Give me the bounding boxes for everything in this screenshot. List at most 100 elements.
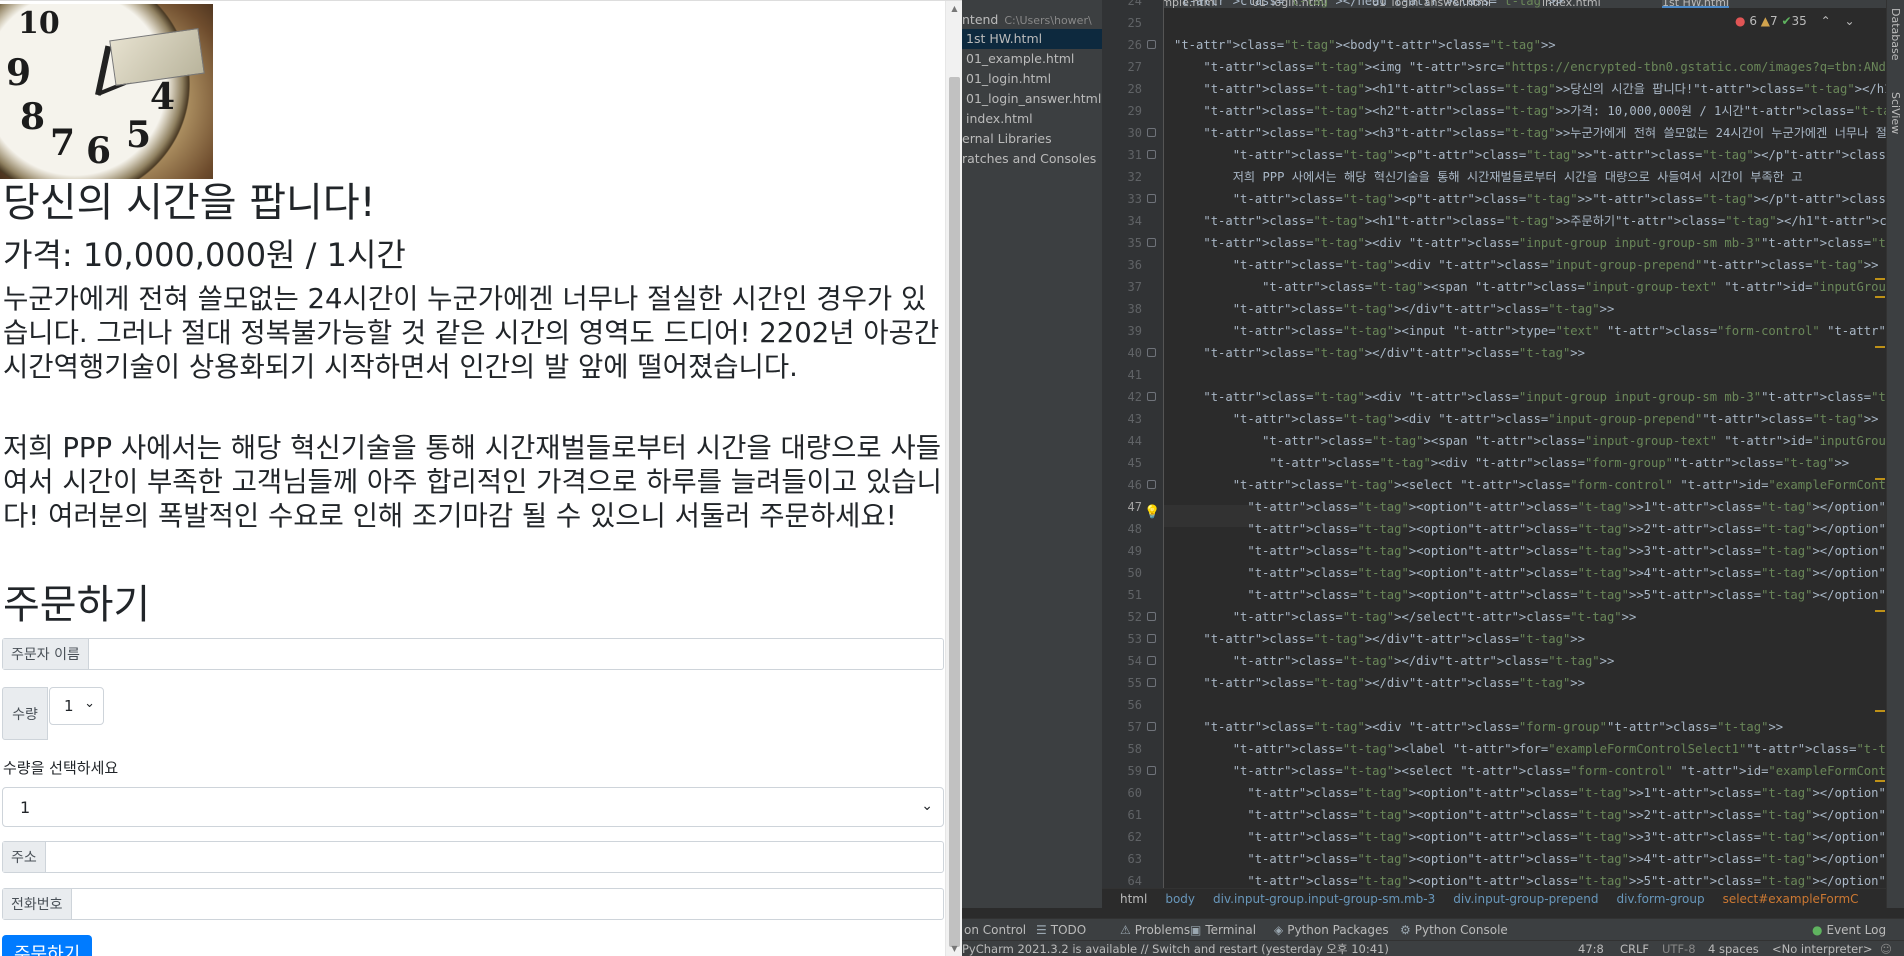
fold-toggle-icon[interactable] (1147, 40, 1156, 49)
fold-toggle-icon[interactable] (1147, 656, 1156, 665)
event-log-tab[interactable]: ● Event Log (1812, 919, 1886, 941)
line-number: 53 (1127, 632, 1142, 646)
code-line: "t-attr">class="t-tag"><h2"t-attr">class… (1203, 104, 1904, 118)
database-tool-tab[interactable]: Database (1889, 8, 1902, 61)
chevron-up-icon[interactable]: ⌃ (1821, 14, 1831, 28)
quantity-select[interactable]: 1 ⌄ (49, 687, 104, 725)
clock-numeral: 9 (6, 52, 32, 94)
line-number: 51 (1127, 588, 1142, 602)
line-number: 47 (1127, 500, 1142, 514)
error-icon: ● (1735, 14, 1746, 28)
event-log-label: Event Log (1826, 923, 1887, 937)
tree-item-scratches[interactable]: ratches and Consoles (962, 149, 1102, 169)
line-number: 58 (1127, 742, 1142, 756)
code-line: "t-attr">class="t-tag"><option"t-attr">c… (1247, 500, 1904, 514)
fold-toggle-icon[interactable] (1147, 150, 1156, 159)
tree-item-1st-hw[interactable]: 1st HW.html (962, 29, 1102, 49)
tool-window-bar: on Control ☰ TODO ⚠ Problems ▣ Terminal ◈ Py… (962, 918, 1904, 940)
version-control-tab[interactable]: on Control (964, 919, 1026, 941)
page-scrollbar[interactable]: ▲ ▼ (945, 1, 962, 956)
scrollbar-thumb[interactable] (949, 77, 960, 947)
breadcrumb-item[interactable]: div.input-group-prepend (1453, 892, 1598, 906)
tree-item-login[interactable]: 01_login.html (962, 69, 1102, 89)
fold-toggle-icon[interactable] (1147, 766, 1156, 775)
phone-input[interactable] (72, 889, 943, 919)
code-line: "t-attr">class="t-tag"><div "t-attr">cla… (1203, 720, 1784, 734)
update-notification[interactable]: PyCharm 2021.3.2 is available // Switch … (962, 941, 1389, 956)
web-page: 10 9 8 7 6 5 4 당신의 시간을 팝니다! 가격: 10,000,0… (0, 1, 945, 956)
fold-toggle-icon[interactable] (1147, 678, 1156, 687)
todo-tab[interactable]: ☰ TODO (1036, 919, 1086, 941)
line-number: 25 (1127, 16, 1142, 30)
interpreter-setting[interactable]: <No interpreter> (1772, 941, 1873, 956)
indent-setting[interactable]: 4 spaces (1708, 941, 1759, 956)
code-line: "t-attr">class="t-tag"></head"t-attr">cl… (1174, 0, 1563, 8)
editor-error-stripe (1872, 10, 1886, 880)
code-line: "t-attr">class="t-tag"><p"t-attr">class=… (1232, 192, 1904, 206)
fold-toggle-icon[interactable] (1147, 722, 1156, 731)
line-number: 45 (1127, 456, 1142, 470)
problems-tab[interactable]: ⚠ Problems (1120, 919, 1190, 941)
code-line: "t-attr">class="t-tag"><option"t-attr">c… (1247, 830, 1904, 844)
fold-toggle-icon[interactable] (1147, 392, 1156, 401)
tree-item-example[interactable]: 01_example.html (962, 49, 1102, 69)
fold-toggle-icon[interactable] (1147, 194, 1156, 203)
breadcrumb-item[interactable]: div.input-group.input-group-sm.mb-3 (1213, 892, 1435, 906)
tree-label: 01_login_answer.html (966, 91, 1102, 106)
python-console-tab[interactable]: ⚙ Python Console (1400, 919, 1508, 941)
clock-numeral: 10 (18, 6, 60, 41)
fold-toggle-icon[interactable] (1147, 480, 1156, 489)
tree-item-index[interactable]: index.html (962, 109, 1102, 129)
terminal-tab[interactable]: ▣ Terminal (1190, 919, 1256, 941)
line-number: 40 (1127, 346, 1142, 360)
line-separator[interactable]: CRLF (1620, 941, 1649, 956)
breadcrumb-item[interactable]: body (1165, 892, 1195, 906)
notifications-icon[interactable]: ☺ (1880, 941, 1892, 956)
code-line: "t-attr">class="t-tag"><span "t-attr">cl… (1262, 434, 1904, 448)
warning-icon: ▲ (1760, 14, 1771, 28)
code-line: "t-attr">class="t-tag"><div "t-attr">cla… (1203, 236, 1904, 250)
chevron-down-icon: ⌄ (921, 798, 933, 814)
sciview-tool-tab[interactable]: SciView (1889, 92, 1902, 134)
caret-position[interactable]: 47:8 (1578, 941, 1604, 956)
project-root[interactable]: ntend C:\Users\hower\ (962, 10, 1102, 30)
breadcrumb-item[interactable]: html (1120, 892, 1147, 906)
order-submit-button[interactable]: 주문하기 (2, 935, 92, 956)
tree-item-login-answer[interactable]: 01_login_answer.html (962, 89, 1102, 109)
fold-toggle-icon[interactable] (1147, 612, 1156, 621)
editor-tab-active[interactable]: 1st HW.html (1662, 0, 1729, 8)
code-line: "t-attr">class="t-tag"></div"t-attr">cla… (1203, 632, 1585, 646)
chevron-down-icon[interactable]: ⌄ (1845, 14, 1855, 28)
file-encoding[interactable]: UTF-8 (1662, 941, 1696, 956)
tree-label: 01_login.html (966, 71, 1052, 86)
line-number: 31 (1127, 148, 1142, 162)
check-icon: ✔ (1781, 14, 1792, 28)
lightbulb-icon[interactable]: 💡 (1144, 505, 1160, 520)
python-packages-tab[interactable]: ◈ Python Packages (1274, 919, 1389, 941)
breadcrumb-item[interactable]: div.form-group (1616, 892, 1704, 906)
fold-toggle-icon[interactable] (1147, 238, 1156, 247)
name-input[interactable] (89, 639, 943, 669)
address-input[interactable] (46, 842, 943, 872)
tree-item-external-libraries[interactable]: ernal Libraries (962, 129, 1102, 149)
error-count: 6 (1749, 14, 1757, 28)
line-number: 49 (1127, 544, 1142, 558)
python-icon: ⚙ (1400, 923, 1411, 937)
address-input-group: 주소 (2, 841, 944, 873)
quantity-form-select[interactable]: 1 ⌄ (2, 787, 944, 827)
scroll-up-icon[interactable]: ▲ (946, 1, 962, 17)
line-number: 62 (1127, 830, 1142, 844)
line-number: 63 (1127, 852, 1142, 866)
ide-window: ntend C:\Users\hower\ 1st HW.html 01_exam… (962, 0, 1904, 956)
scroll-down-icon[interactable]: ▼ (946, 941, 962, 956)
ok-count: 35 (1791, 14, 1807, 28)
fold-toggle-icon[interactable] (1147, 128, 1156, 137)
inspection-widget[interactable]: ● 6 ▲7 ✔35 ⌃ ⌄ (1735, 14, 1855, 28)
line-number: 33 (1127, 192, 1142, 206)
line-number: 41 (1127, 368, 1142, 382)
fold-toggle-icon[interactable] (1147, 348, 1156, 357)
breadcrumb-item[interactable]: select#exampleFormC (1723, 892, 1859, 906)
line-number: 36 (1127, 258, 1142, 272)
fold-toggle-icon[interactable] (1147, 634, 1156, 643)
code-editor[interactable]: 01_example.html 01_login.html 01_login_a… (1102, 0, 1904, 888)
